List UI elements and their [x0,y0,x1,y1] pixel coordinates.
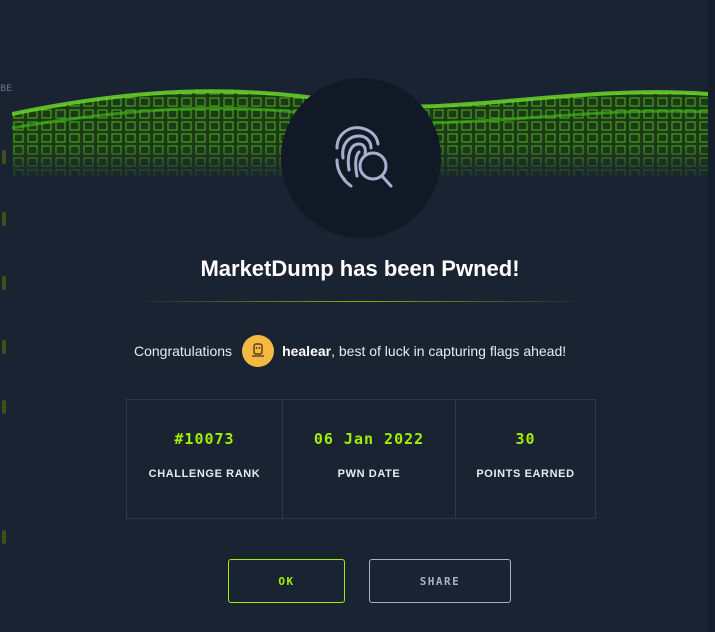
background-page-right [708,0,715,632]
stat-label: PWN DATE [337,468,401,480]
congrats-suffix: , best of luck in capturing flags ahead! [331,343,567,359]
stat-value: 30 [515,430,536,448]
stat-challenge-rank: #10073 CHALLENGE RANK [127,400,282,518]
congrats-prefix: Congratulations [134,343,233,359]
user-avatar[interactable] [242,335,275,367]
congrats-message: Congratulations healear , best of luck i… [134,334,566,368]
stat-points-earned: 30 POINTS EARNED [455,400,595,518]
background-marker [2,340,6,354]
stat-label: POINTS EARNED [476,468,575,480]
avatar-figure-icon [252,343,265,357]
stat-value: #10073 [174,430,235,448]
ok-button[interactable]: OK [228,559,345,603]
stats-panel: #10073 CHALLENGE RANK 06 Jan 2022 PWN DA… [126,399,596,519]
fingerprint-search-icon [335,126,393,188]
background-marker [2,276,6,290]
modal-title: MarketDump has been Pwned! [200,256,520,281]
pwned-modal: MarketDump has been Pwned! Congratulatio… [12,0,708,632]
background-marker [2,212,6,226]
username-link[interactable]: healear [282,343,331,359]
background-text: BE [0,84,12,94]
background-marker [2,150,6,164]
stat-pwn-date: 06 Jan 2022 PWN DATE [282,400,455,518]
background-page-left: BE [0,0,12,632]
background-marker [2,400,6,414]
stat-label: CHALLENGE RANK [148,468,261,480]
share-button[interactable]: SHARE [369,559,511,603]
challenge-badge [281,78,441,238]
title-divider [130,301,590,302]
background-marker [2,530,6,544]
stat-value: 06 Jan 2022 [313,430,425,448]
